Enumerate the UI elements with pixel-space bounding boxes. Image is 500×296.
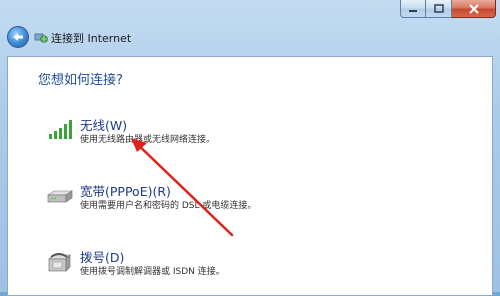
close-icon xyxy=(468,3,479,14)
option-broadband[interactable]: 宽带(PPPoE)(R) 使用需要用户名和密码的 DSL 或电缆连接。 xyxy=(46,181,306,215)
option-broadband-description: 使用需要用户名和密码的 DSL 或电缆连接。 xyxy=(80,201,257,211)
window-title: 连接到 Internet xyxy=(51,32,132,45)
content-panel: 您想如何连接? 无线(W) 使用无线路由器或无线网络连接。 宽带(PPPoE)(… xyxy=(7,56,493,296)
maximize-icon xyxy=(433,4,444,13)
page-heading: 您想如何连接? xyxy=(38,73,123,88)
minimize-icon xyxy=(409,9,417,12)
connect-window: 连接到 Internet 您想如何连接? 无线(W) 使用无线路由器或无线网络连… xyxy=(0,0,500,296)
back-arrow-icon xyxy=(13,33,23,41)
caption-buttons xyxy=(400,0,496,20)
back-button[interactable] xyxy=(7,26,29,48)
option-wireless[interactable]: 无线(W) 使用无线路由器或无线网络连接。 xyxy=(46,115,306,149)
option-dialup-description: 使用拨号调制解调器或 ISDN 连接。 xyxy=(80,267,225,277)
dialup-phone-icon xyxy=(48,253,71,272)
option-wireless-description: 使用无线路由器或无线网络连接。 xyxy=(80,135,216,145)
navigation-bar: 连接到 Internet xyxy=(0,24,500,50)
wireless-signal-icon xyxy=(49,120,72,139)
close-button[interactable] xyxy=(452,0,496,18)
minimize-button[interactable] xyxy=(400,0,426,18)
maximize-button[interactable] xyxy=(426,0,452,18)
option-dialup[interactable]: 拨号(D) 使用拨号调制解调器或 ISDN 连接。 xyxy=(46,247,306,281)
broadband-modem-icon xyxy=(47,190,73,203)
network-globe-icon xyxy=(34,33,48,43)
